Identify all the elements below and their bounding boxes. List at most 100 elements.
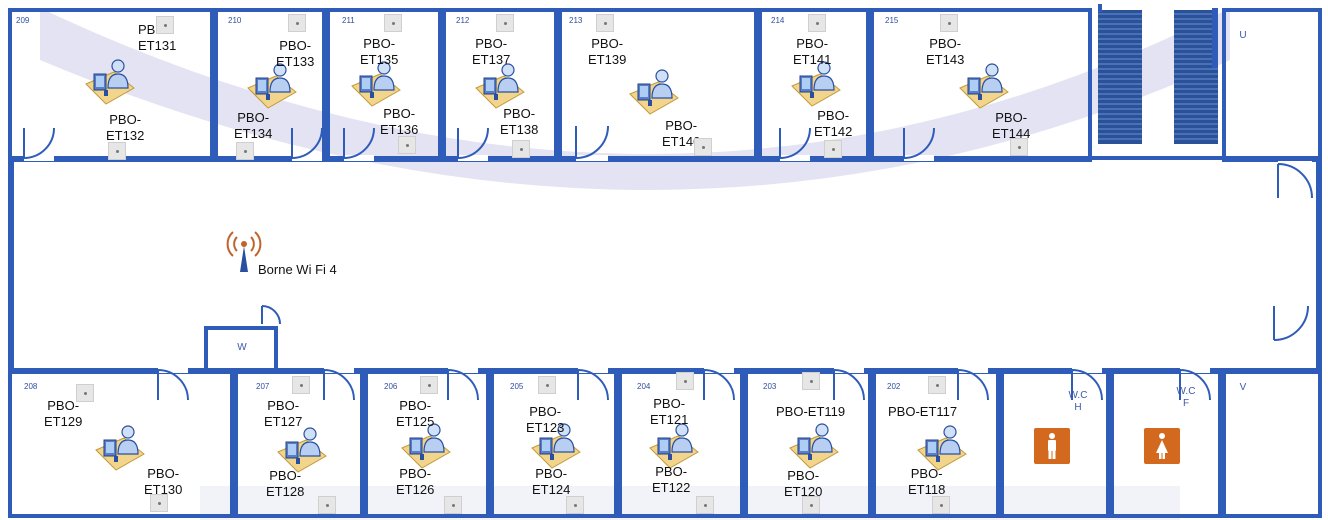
room-number: 202 xyxy=(887,382,901,391)
door-swing xyxy=(261,303,281,325)
network-outlet-icon xyxy=(108,142,126,160)
desktop-user-icon xyxy=(791,61,841,107)
network-outlet-icon xyxy=(808,14,826,32)
network-outlet-icon xyxy=(1010,138,1028,156)
stair-wall xyxy=(1212,8,1218,68)
desktop-user-icon xyxy=(917,425,967,471)
door-swing xyxy=(1273,305,1309,343)
wc-women-label-line-2: F xyxy=(1182,397,1190,409)
pbo-label: PBO- ET118 xyxy=(908,466,946,497)
wifi-antenna-icon xyxy=(226,231,262,272)
stair-wall xyxy=(1098,4,1102,12)
pbo-label: PBO- ET125 xyxy=(396,398,435,429)
door-swing xyxy=(323,367,355,401)
network-outlet-icon xyxy=(156,16,174,34)
desktop-user-icon xyxy=(475,63,525,109)
pbo-label: PBO- ET137 xyxy=(472,36,511,67)
network-outlet-icon xyxy=(398,136,416,154)
staircase-icon xyxy=(1098,10,1142,144)
pbo-label: PBO- ET132 xyxy=(106,112,145,143)
women-restroom-icon xyxy=(1144,428,1180,464)
network-outlet-icon xyxy=(288,14,306,32)
network-outlet-icon xyxy=(940,14,958,32)
room-number: 211 xyxy=(342,16,355,25)
desktop-user-icon xyxy=(649,423,699,469)
pbo-label: PBO- ET135 xyxy=(360,36,399,67)
network-outlet-icon xyxy=(76,384,94,402)
door-swing xyxy=(447,367,479,401)
network-outlet-icon xyxy=(928,376,946,394)
room-label-u: U xyxy=(1239,30,1247,41)
room-number: 203 xyxy=(763,382,777,391)
network-outlet-icon xyxy=(802,496,820,514)
outer-wall-left xyxy=(8,158,14,370)
pbo-label: PBO- ET141 xyxy=(793,36,832,67)
network-outlet-icon xyxy=(932,496,950,514)
network-outlet-icon xyxy=(150,494,168,512)
network-outlet-icon xyxy=(236,142,254,160)
network-outlet-icon xyxy=(596,14,614,32)
pbo-label: PBO- ET124 xyxy=(532,466,571,497)
door-swing xyxy=(1277,161,1313,199)
network-outlet-icon xyxy=(384,14,402,32)
network-outlet-icon xyxy=(824,140,842,158)
room-number: 212 xyxy=(456,16,470,25)
room-number: 207 xyxy=(256,382,270,391)
door-swing xyxy=(833,367,865,401)
pbo-label: PBO- ET139 xyxy=(588,36,627,67)
door-swing xyxy=(157,367,189,401)
pbo-label: PBO-ET119 xyxy=(776,404,846,419)
pbo-label: PBO- ET121 xyxy=(650,396,689,427)
wc-men-label-line-2: H xyxy=(1074,401,1082,413)
door-swing xyxy=(957,367,989,401)
door-swing xyxy=(23,127,55,161)
pbo-label: PBO- ET123 xyxy=(526,404,565,435)
wc-men-label: W.C H xyxy=(1058,390,1098,413)
room-label-v: V xyxy=(1239,382,1247,393)
network-outlet-icon xyxy=(496,14,514,32)
staircase-icon xyxy=(1174,10,1218,144)
network-outlet-icon xyxy=(676,372,694,390)
network-outlet-icon xyxy=(538,376,556,394)
room-number: 213 xyxy=(569,16,583,25)
network-outlet-icon xyxy=(318,496,336,514)
pbo-label: PBO- ET144 xyxy=(992,110,1031,141)
door-swing xyxy=(779,127,811,161)
floor-plan: Borne Wi Fi 4 U W V W.C H W.C F 209 PBO-… xyxy=(0,0,1328,520)
wc-men-label-line-1: W.C xyxy=(1068,390,1088,401)
pbo-label: PBO- ET126 xyxy=(396,466,435,497)
corridor-top-wall xyxy=(8,156,1322,160)
room-number: 205 xyxy=(510,382,524,391)
network-outlet-icon xyxy=(566,496,584,514)
desktop-user-icon xyxy=(277,427,327,473)
pbo-label: PBO- ET122 xyxy=(652,464,691,495)
network-outlet-icon xyxy=(802,372,820,390)
room-number: 214 xyxy=(771,16,785,25)
pbo-label: PBO- ET128 xyxy=(266,468,305,499)
pbo-label: PBO- ET129 xyxy=(44,398,83,429)
door-swing xyxy=(577,367,609,401)
desktop-user-icon xyxy=(789,423,839,469)
pbo-label: PBO- ET134 xyxy=(234,110,273,141)
desktop-user-icon xyxy=(351,61,401,107)
pbo-label: PBO- ET130 xyxy=(144,466,183,497)
network-outlet-icon xyxy=(444,496,462,514)
door-swing xyxy=(703,367,735,401)
pbo-label: PBO- ET138 xyxy=(500,106,539,137)
desktop-user-icon xyxy=(629,69,679,115)
men-restroom-icon xyxy=(1034,428,1070,464)
bottom-room-10 xyxy=(1222,370,1322,518)
outer-wall-right xyxy=(1316,158,1322,370)
pbo-label: PBO- ET136 xyxy=(380,106,419,137)
room-number: 210 xyxy=(228,16,242,25)
floor-plan-drawing xyxy=(8,4,1322,520)
network-outlet-icon xyxy=(694,138,712,156)
pbo-label: PBO- ET143 xyxy=(926,36,965,67)
network-outlet-icon xyxy=(696,496,714,514)
room-number: 215 xyxy=(885,16,899,25)
network-outlet-icon xyxy=(512,140,530,158)
room-number: 204 xyxy=(637,382,651,391)
room-label-w: W xyxy=(237,342,247,353)
desktop-user-icon xyxy=(95,425,145,471)
network-outlet-icon xyxy=(420,376,438,394)
